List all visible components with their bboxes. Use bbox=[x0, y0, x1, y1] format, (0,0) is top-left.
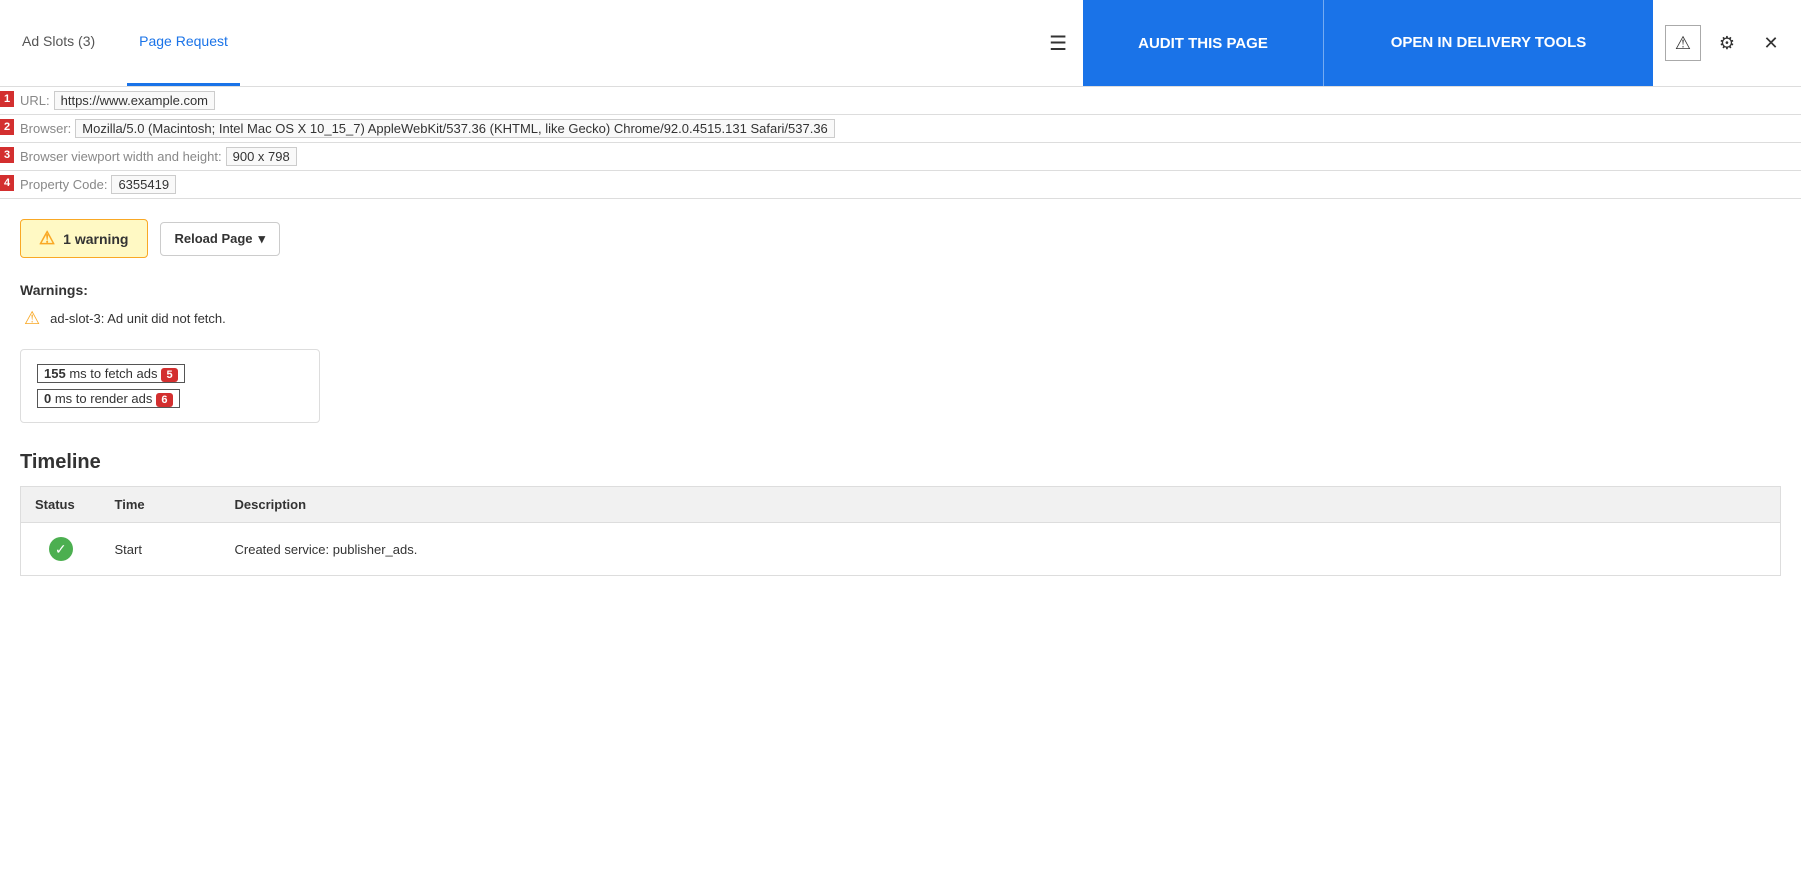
info-label: Browser viewport width and height: bbox=[14, 149, 226, 164]
info-label: Property Code: bbox=[14, 177, 111, 192]
timeline-time-cell: Start bbox=[101, 523, 221, 576]
render-stat-label: 0 ms to render ads6 bbox=[37, 389, 180, 408]
render-badge: 6 bbox=[156, 393, 172, 407]
warning-bar: ⚠ 1 warning Reload Page ▾ bbox=[20, 219, 1781, 258]
fetch-stat-label: 155 ms to fetch ads5 bbox=[37, 364, 185, 383]
info-row: 3 Browser viewport width and height: 900… bbox=[0, 143, 1801, 171]
info-value: Mozilla/5.0 (Macintosh; Intel Mac OS X 1… bbox=[75, 119, 835, 138]
timeline-status-cell: ✓ bbox=[21, 523, 101, 576]
warning-item-text: ad-slot-3: Ad unit did not fetch. bbox=[50, 311, 226, 326]
warning-icon: ⚠ bbox=[39, 228, 55, 249]
info-row: 1 URL: https://www.example.com bbox=[0, 87, 1801, 115]
info-value: 6355419 bbox=[111, 175, 176, 194]
warnings-section: Warnings: ⚠ ad-slot-3: Ad unit did not fe… bbox=[20, 282, 1781, 329]
col-header-time: Time bbox=[101, 487, 221, 523]
warning-badge: ⚠ 1 warning bbox=[20, 219, 148, 258]
tab-bar: Ad Slots (3) Page Request bbox=[0, 0, 1033, 86]
audit-this-page-button[interactable]: AUDIT THIS PAGE bbox=[1083, 0, 1323, 86]
warning-item: ⚠ ad-slot-3: Ad unit did not fetch. bbox=[24, 308, 1781, 329]
col-header-desc: Description bbox=[221, 487, 1781, 523]
row-number: 1 bbox=[0, 91, 14, 107]
check-icon: ✓ bbox=[49, 537, 73, 561]
header-icons: ⚠ ⚙ ✕ bbox=[1653, 0, 1801, 86]
info-value: https://www.example.com bbox=[54, 91, 215, 110]
page-info-section: 1 URL: https://www.example.com 2 Browser… bbox=[0, 87, 1801, 199]
tab-page-request[interactable]: Page Request bbox=[127, 0, 240, 86]
fetch-ms: 155 bbox=[44, 366, 66, 381]
tab-ad-slots[interactable]: Ad Slots (3) bbox=[10, 0, 107, 86]
warning-item-icon: ⚠ bbox=[24, 308, 40, 329]
alert-icon-button[interactable]: ⚠ bbox=[1665, 25, 1701, 61]
info-row: 4 Property Code: 6355419 bbox=[0, 171, 1801, 199]
reload-label: Reload Page bbox=[175, 231, 253, 246]
row-number: 4 bbox=[0, 175, 14, 191]
col-header-status: Status bbox=[21, 487, 101, 523]
info-row: 2 Browser: Mozilla/5.0 (Macintosh; Intel… bbox=[0, 115, 1801, 143]
alert-icon: ⚠ bbox=[1675, 33, 1691, 54]
timeline-title: Timeline bbox=[20, 451, 1781, 474]
timeline-header-row: Status Time Description bbox=[21, 487, 1781, 523]
info-label: Browser: bbox=[14, 121, 75, 136]
fetch-badge: 5 bbox=[161, 368, 177, 382]
close-icon: ✕ bbox=[1763, 33, 1778, 54]
warning-count-label: 1 warning bbox=[63, 231, 128, 247]
gear-icon-button[interactable]: ⚙ bbox=[1709, 25, 1745, 61]
fetch-label: ms to fetch ads bbox=[66, 366, 158, 381]
gear-icon: ⚙ bbox=[1719, 33, 1735, 54]
open-in-delivery-tools-button[interactable]: OPEN IN DELIVERY TOOLS bbox=[1323, 0, 1653, 86]
row-number: 3 bbox=[0, 147, 14, 163]
header: Ad Slots (3) Page Request ☰ AUDIT THIS P… bbox=[0, 0, 1801, 87]
row-number: 2 bbox=[0, 119, 14, 135]
timeline-row: ✓ Start Created service: publisher_ads. bbox=[21, 523, 1781, 576]
stats-box: 155 ms to fetch ads5 0 ms to render ads6 bbox=[20, 349, 320, 423]
warnings-title: Warnings: bbox=[20, 282, 1781, 298]
main-content: ⚠ 1 warning Reload Page ▾ Warnings: ⚠ ad-… bbox=[0, 199, 1801, 596]
info-value: 900 x 798 bbox=[226, 147, 297, 166]
reload-arrow-icon: ▾ bbox=[259, 231, 266, 247]
render-stat-row: 0 ms to render ads6 bbox=[37, 389, 303, 408]
info-label: URL: bbox=[14, 93, 54, 108]
reload-page-button[interactable]: Reload Page ▾ bbox=[160, 222, 281, 256]
fetch-stat-row: 155 ms to fetch ads5 bbox=[37, 364, 303, 383]
timeline-desc-cell: Created service: publisher_ads. bbox=[221, 523, 1781, 576]
timeline-table: Status Time Description ✓ Start Created … bbox=[20, 486, 1781, 576]
render-label: ms to render ads bbox=[51, 391, 152, 406]
menu-icon[interactable]: ☰ bbox=[1033, 0, 1083, 86]
close-icon-button[interactable]: ✕ bbox=[1753, 25, 1789, 61]
